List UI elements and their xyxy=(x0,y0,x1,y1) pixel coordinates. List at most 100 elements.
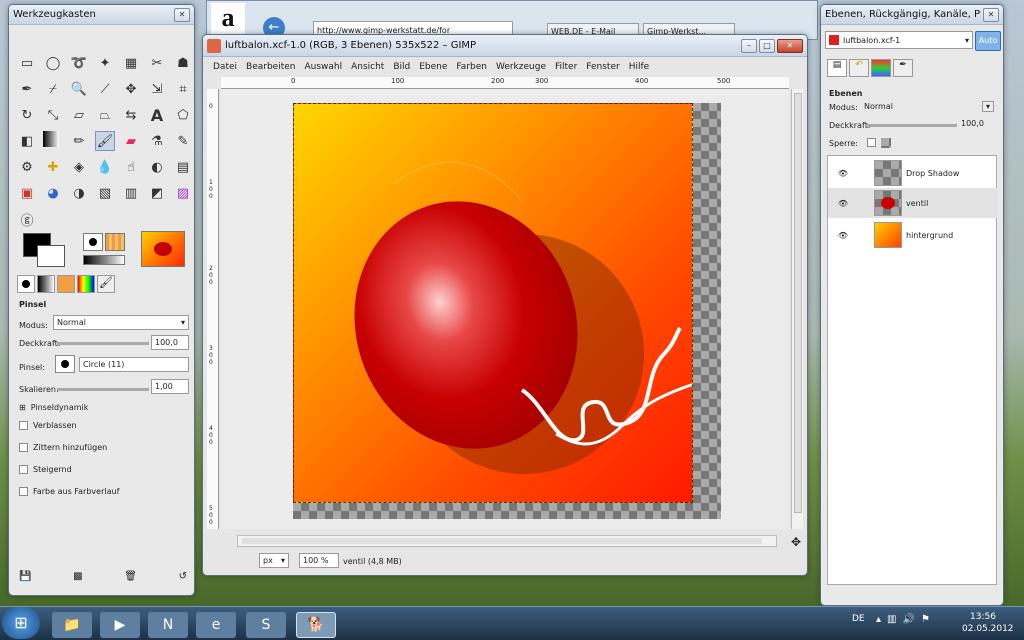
levels-icon[interactable]: ▤ xyxy=(173,157,193,177)
gradient-preview[interactable] xyxy=(83,255,125,265)
canvas-image[interactable] xyxy=(293,103,693,503)
tab-gradients[interactable] xyxy=(77,275,95,293)
minimize-button[interactable]: – xyxy=(741,38,757,53)
auto-button[interactable]: Auto xyxy=(975,31,1001,51)
gradient-icon[interactable] xyxy=(43,131,59,147)
reset-options-icon[interactable]: ↺ xyxy=(179,571,187,582)
perspective-clone-icon[interactable]: ◈ xyxy=(69,157,89,177)
start-button[interactable]: ⊞ xyxy=(2,607,40,639)
blur-icon[interactable]: 💧 xyxy=(95,157,115,177)
ie-taskbar-icon[interactable]: e xyxy=(196,612,236,638)
menu-ebene[interactable]: Ebene xyxy=(419,62,447,72)
active-image-thumbnail[interactable] xyxy=(141,231,185,267)
zoom-select[interactable]: 100 % xyxy=(299,553,339,568)
tab-layers[interactable]: ▤ xyxy=(827,59,847,77)
heal-icon[interactable]: ✚ xyxy=(43,157,63,177)
tab-paint-dynamics[interactable]: 🖌 xyxy=(97,275,115,293)
scale-slider[interactable] xyxy=(57,388,149,391)
curves-icon[interactable]: ▧ xyxy=(95,183,115,203)
ellipse-select-icon[interactable]: ◯ xyxy=(43,53,63,73)
mode-select[interactable]: Normal ▾ xyxy=(53,315,189,330)
layers-titlebar[interactable]: Ebenen, Rückgängig, Kanäle, Pfade ✕ xyxy=(821,5,1003,25)
scale-icon[interactable]: ⤡ xyxy=(43,105,63,125)
lock-alpha-checkbox[interactable] xyxy=(881,138,891,148)
cage-transform-icon[interactable]: ⬠ xyxy=(173,105,193,125)
amazon-logo[interactable]: a xyxy=(211,3,245,37)
clock-time[interactable]: 13:56 xyxy=(970,612,996,622)
maximize-button[interactable]: □ xyxy=(759,38,775,53)
menu-filter[interactable]: Filter xyxy=(555,62,577,72)
tab-paths[interactable]: ✒ xyxy=(893,59,913,77)
align-icon[interactable]: ⇲ xyxy=(147,79,167,99)
smudge-icon[interactable]: ☝ xyxy=(121,157,141,177)
restore-options-icon[interactable]: ▩ xyxy=(73,571,82,582)
paths-icon[interactable]: ✒ xyxy=(17,79,37,99)
gimp-taskbar-icon[interactable]: 🐕 xyxy=(296,612,336,638)
delete-options-icon[interactable]: 🗑 xyxy=(124,571,137,582)
clone-icon[interactable]: ⚙ xyxy=(17,157,37,177)
move-icon[interactable]: ✥ xyxy=(121,79,141,99)
colors-icon[interactable]: ▣ xyxy=(17,183,37,203)
eraser-icon[interactable]: ▰ xyxy=(121,131,141,151)
skype-taskbar-icon[interactable]: S xyxy=(246,612,286,638)
bucket-fill-icon[interactable]: ◧ xyxy=(17,131,37,151)
brush-button[interactable] xyxy=(55,355,75,373)
tray-arrow-icon[interactable]: ▴ xyxy=(876,614,881,630)
eye-icon[interactable]: 👁 xyxy=(828,199,858,208)
navigate-icon[interactable]: ✥ xyxy=(791,535,801,549)
rect-select-icon[interactable]: ▭ xyxy=(17,53,37,73)
airbrush-icon[interactable]: ⚗ xyxy=(147,131,167,151)
pattern-preview[interactable] xyxy=(105,233,125,251)
crop-icon[interactable]: ⌗ xyxy=(173,79,193,99)
text-tool-icon[interactable]: A xyxy=(147,105,167,125)
layers-mode-select[interactable]: Normal ▾ xyxy=(861,99,997,114)
measure-icon[interactable]: ⟋ xyxy=(95,79,115,99)
scissors-icon[interactable]: ✂ xyxy=(147,53,167,73)
tray-icons[interactable]: ▴ ▥ 🔊 ⚑ xyxy=(876,614,956,630)
image-select[interactable]: luftbalon.xcf-1 ▾ xyxy=(825,31,973,49)
toolbox-titlebar[interactable]: Werkzeugkasten ✕ xyxy=(9,5,194,25)
layer-row-hintergrund[interactable]: 👁 hintergrund xyxy=(828,220,998,250)
layers-close-button[interactable]: ✕ xyxy=(983,7,999,22)
menu-werkzeuge[interactable]: Werkzeuge xyxy=(496,62,546,72)
canvas-area[interactable] xyxy=(221,89,789,529)
explorer-taskbar-icon[interactable]: 📁 xyxy=(52,612,92,638)
dynamics-row[interactable]: ⊞ Pinseldynamik xyxy=(19,403,88,412)
layer-row-ventil[interactable]: 👁 ventil xyxy=(828,188,998,218)
vertical-scrollbar[interactable] xyxy=(791,89,803,529)
tab-tool-options[interactable] xyxy=(17,275,35,293)
perspective-icon[interactable]: ⏢ xyxy=(95,105,115,125)
hue-saturation-icon[interactable]: ◕ xyxy=(43,183,63,203)
onenote-taskbar-icon[interactable]: N xyxy=(148,612,188,638)
menu-hilfe[interactable]: Hilfe xyxy=(629,62,649,72)
threshold-icon[interactable]: ◩ xyxy=(147,183,167,203)
clock-date[interactable]: 02.05.2012 xyxy=(962,624,1014,634)
eye-icon[interactable]: 👁 xyxy=(828,231,858,240)
menu-bearbeiten[interactable]: Bearbeiten xyxy=(246,62,295,72)
tab-undo[interactable]: ↶ xyxy=(849,59,869,77)
shear-icon[interactable]: ▱ xyxy=(69,105,89,125)
tab-patterns[interactable] xyxy=(57,275,75,293)
layers-opacity-value[interactable]: 100,0 xyxy=(961,119,984,128)
colorize-icon[interactable]: ▨ xyxy=(173,183,193,203)
paintbrush-icon[interactable]: 🖌 xyxy=(95,131,115,151)
layers-opacity-slider[interactable] xyxy=(865,124,957,127)
opacity-slider[interactable] xyxy=(57,342,149,345)
check-gradient-color[interactable]: Farbe aus Farbverlauf xyxy=(19,487,119,496)
color-balance-icon[interactable]: ◑ xyxy=(69,183,89,203)
menu-fenster[interactable]: Fenster xyxy=(586,62,619,72)
check-jitter[interactable]: Zittern hinzufügen xyxy=(19,443,107,452)
zoom-icon[interactable]: 🔍 xyxy=(69,79,89,99)
check-incremental[interactable]: Steigernd xyxy=(19,465,72,474)
close-button[interactable]: ✕ xyxy=(777,38,803,53)
unit-select[interactable]: px ▾ xyxy=(259,553,289,568)
gegl-icon[interactable]: ⓖ xyxy=(17,209,37,229)
horizontal-scrollbar[interactable] xyxy=(237,535,777,547)
foreground-select-icon[interactable]: ☗ xyxy=(173,53,193,73)
menu-ansicht[interactable]: Ansicht xyxy=(351,62,384,72)
brush-name[interactable]: Circle (11) xyxy=(79,357,189,372)
dodge-burn-icon[interactable]: ◐ xyxy=(147,157,167,177)
pencil-icon[interactable]: ✏ xyxy=(69,131,89,151)
color-select-icon[interactable]: ▦ xyxy=(121,53,141,73)
scale-value[interactable]: 1,00 xyxy=(151,379,189,394)
